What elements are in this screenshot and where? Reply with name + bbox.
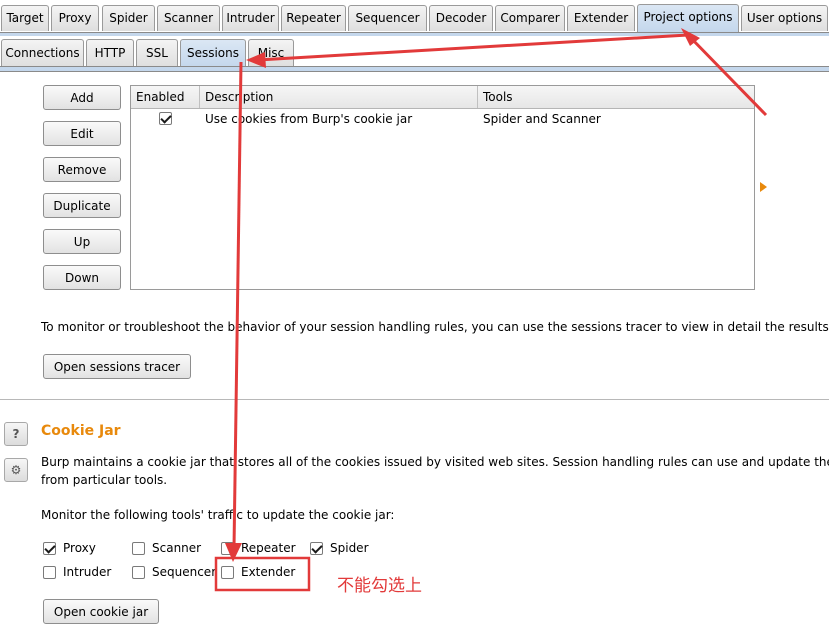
spider-checkbox[interactable]	[310, 542, 323, 555]
table-row[interactable]: Use cookies from Burp's cookie jar Spide…	[131, 109, 754, 129]
repeater-label: Repeater	[241, 541, 296, 555]
tab-connections[interactable]: Connections	[1, 39, 84, 67]
proxy-checkbox[interactable]	[43, 542, 56, 555]
scanner-label: Scanner	[152, 541, 202, 555]
add-rule-button[interactable]: Add	[43, 85, 121, 110]
sub-tab-separator	[0, 66, 829, 72]
tab-user-options[interactable]: User options	[741, 5, 828, 31]
tab-intruder[interactable]: Intruder	[222, 5, 279, 31]
sequencer-label: Sequencer	[152, 565, 217, 579]
cookie-jar-description-line2: from particular tools.	[41, 473, 168, 487]
monitor-tools-label: Monitor the following tools' traffic to …	[41, 508, 395, 522]
column-enabled[interactable]: Enabled	[131, 86, 200, 108]
down-rule-button[interactable]: Down	[43, 265, 121, 290]
tab-sessions[interactable]: Sessions	[180, 39, 246, 67]
gear-icon[interactable]: ⚙	[4, 458, 28, 482]
cookie-jar-title: Cookie Jar	[41, 423, 121, 439]
top-tab-bar: Target Proxy Spider Scanner Intruder Rep…	[0, 0, 829, 34]
open-cookie-jar-button[interactable]: Open cookie jar	[43, 599, 159, 624]
intruder-checkbox[interactable]	[43, 566, 56, 579]
remove-rule-button[interactable]: Remove	[43, 157, 121, 182]
rule-enabled-checkbox[interactable]	[159, 112, 172, 125]
tracer-description: To monitor or troubleshoot the behavior …	[41, 320, 829, 334]
session-rules-table: Enabled Description Tools Use cookies fr…	[130, 85, 755, 290]
edit-rule-button[interactable]: Edit	[43, 121, 121, 146]
tab-repeater[interactable]: Repeater	[281, 5, 346, 31]
tab-ssl[interactable]: SSL	[136, 39, 178, 67]
tab-decoder[interactable]: Decoder	[429, 5, 493, 31]
annotation-note: 不能勾选上	[337, 576, 422, 596]
tab-extender[interactable]: Extender	[567, 5, 635, 31]
help-icon[interactable]: ?	[4, 422, 28, 446]
rule-tools: Spider and Scanner	[483, 112, 601, 126]
scanner-checkbox[interactable]	[132, 542, 145, 555]
sequencer-checkbox[interactable]	[132, 566, 145, 579]
cookie-jar-description-line1: Burp maintains a cookie jar that stores …	[41, 455, 829, 469]
table-header: Enabled Description Tools	[131, 86, 754, 109]
up-rule-button[interactable]: Up	[43, 229, 121, 254]
column-description[interactable]: Description	[200, 86, 478, 108]
spider-label: Spider	[330, 541, 369, 555]
tab-comparer[interactable]: Comparer	[495, 5, 565, 31]
intruder-label: Intruder	[63, 565, 112, 579]
rule-description: Use cookies from Burp's cookie jar	[205, 112, 413, 126]
repeater-checkbox[interactable]	[221, 542, 234, 555]
extender-checkbox[interactable]	[221, 566, 234, 579]
extender-label: Extender	[241, 565, 296, 579]
tab-proxy[interactable]: Proxy	[51, 5, 99, 31]
tab-scanner[interactable]: Scanner	[157, 5, 220, 31]
tab-sequencer[interactable]: Sequencer	[348, 5, 427, 31]
tab-spider[interactable]: Spider	[102, 5, 155, 31]
section-divider	[0, 399, 829, 400]
proxy-label: Proxy	[63, 541, 96, 555]
duplicate-rule-button[interactable]: Duplicate	[43, 193, 121, 218]
tab-target[interactable]: Target	[1, 5, 49, 31]
open-sessions-tracer-button[interactable]: Open sessions tracer	[43, 354, 191, 379]
tab-misc[interactable]: Misc	[248, 39, 294, 67]
sub-tab-bar: Connections HTTP SSL Sessions Misc	[0, 36, 829, 70]
tab-http[interactable]: HTTP	[86, 39, 134, 67]
expand-arrow-icon[interactable]	[760, 182, 767, 192]
tab-project-options[interactable]: Project options	[637, 4, 739, 32]
column-tools[interactable]: Tools	[478, 86, 754, 108]
